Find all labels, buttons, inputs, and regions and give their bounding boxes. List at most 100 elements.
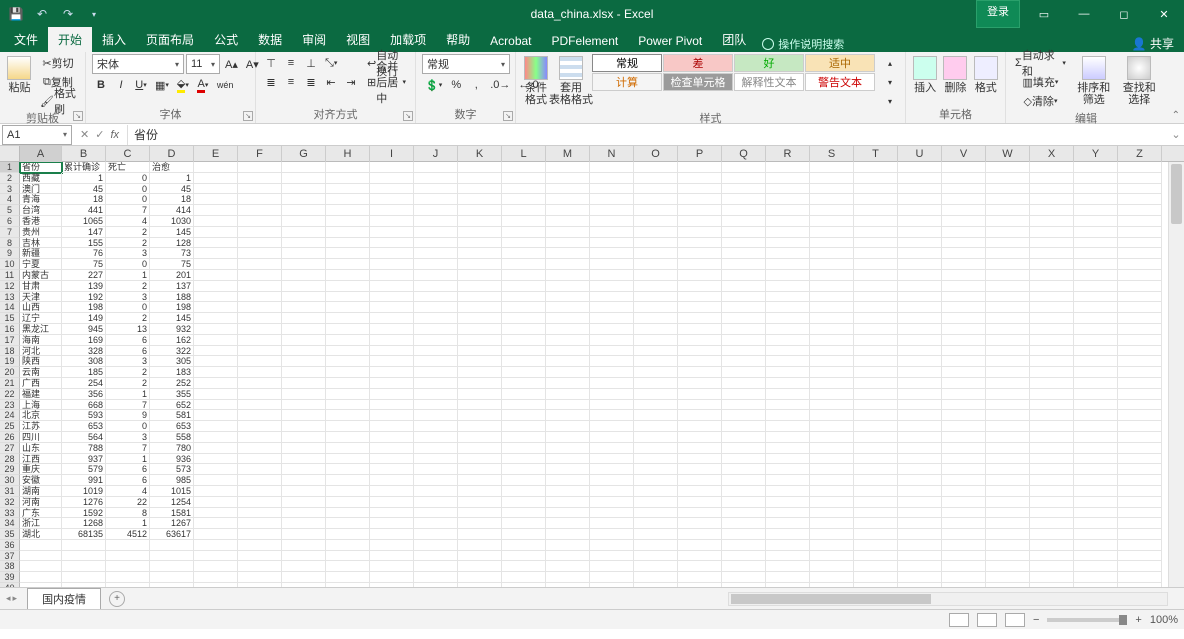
- cell-H9[interactable]: [326, 248, 370, 259]
- cell-Z23[interactable]: [1118, 400, 1162, 411]
- column-header-I[interactable]: I: [370, 146, 414, 162]
- column-header-Z[interactable]: Z: [1118, 146, 1162, 162]
- font-name-combo[interactable]: 宋体▾: [92, 54, 184, 74]
- cell-L19[interactable]: [502, 356, 546, 367]
- cell-X4[interactable]: [1030, 194, 1074, 205]
- cell-K22[interactable]: [458, 389, 502, 400]
- cell-Q2[interactable]: [722, 173, 766, 184]
- cell-L32[interactable]: [502, 497, 546, 508]
- align-left-button[interactable]: ≣: [262, 73, 280, 91]
- cell-Y10[interactable]: [1074, 259, 1118, 270]
- row-header-10[interactable]: 10: [0, 259, 20, 270]
- cell-E22[interactable]: [194, 389, 238, 400]
- cell-A5[interactable]: 台湾: [20, 205, 62, 216]
- column-header-H[interactable]: H: [326, 146, 370, 162]
- cell-G36[interactable]: [282, 540, 326, 551]
- cell-Z18[interactable]: [1118, 346, 1162, 357]
- cell-P13[interactable]: [678, 292, 722, 303]
- row-header-31[interactable]: 31: [0, 486, 20, 497]
- cell-F35[interactable]: [238, 529, 282, 540]
- font-color-button[interactable]: A▾: [194, 76, 212, 94]
- cell-E15[interactable]: [194, 313, 238, 324]
- cell-F32[interactable]: [238, 497, 282, 508]
- cell-R5[interactable]: [766, 205, 810, 216]
- cell-I10[interactable]: [370, 259, 414, 270]
- cell-O16[interactable]: [634, 324, 678, 335]
- cell-U14[interactable]: [898, 302, 942, 313]
- cell-V38[interactable]: [942, 561, 986, 572]
- cell-K21[interactable]: [458, 378, 502, 389]
- cell-W19[interactable]: [986, 356, 1030, 367]
- cell-I21[interactable]: [370, 378, 414, 389]
- cell-U34[interactable]: [898, 518, 942, 529]
- cell-H4[interactable]: [326, 194, 370, 205]
- cell-H2[interactable]: [326, 173, 370, 184]
- number-dialog-launcher[interactable]: ↘: [503, 111, 513, 121]
- cell-K31[interactable]: [458, 486, 502, 497]
- cell-E10[interactable]: [194, 259, 238, 270]
- cell-I25[interactable]: [370, 421, 414, 432]
- cell-N22[interactable]: [590, 389, 634, 400]
- cell-U15[interactable]: [898, 313, 942, 324]
- cell-S3[interactable]: [810, 184, 854, 195]
- cell-Y22[interactable]: [1074, 389, 1118, 400]
- cell-J16[interactable]: [414, 324, 458, 335]
- cell-N18[interactable]: [590, 346, 634, 357]
- cell-U17[interactable]: [898, 335, 942, 346]
- cell-G4[interactable]: [282, 194, 326, 205]
- cell-X30[interactable]: [1030, 475, 1074, 486]
- cell-L28[interactable]: [502, 454, 546, 465]
- cell-N29[interactable]: [590, 464, 634, 475]
- cell-M7[interactable]: [546, 227, 590, 238]
- cell-G3[interactable]: [282, 184, 326, 195]
- cell-L9[interactable]: [502, 248, 546, 259]
- cell-E7[interactable]: [194, 227, 238, 238]
- cell-F26[interactable]: [238, 432, 282, 443]
- tell-me-search[interactable]: 操作说明搜索: [762, 36, 844, 52]
- cell-R37[interactable]: [766, 551, 810, 562]
- cell-Z27[interactable]: [1118, 443, 1162, 454]
- cell-V33[interactable]: [942, 508, 986, 519]
- cell-O13[interactable]: [634, 292, 678, 303]
- cell-H10[interactable]: [326, 259, 370, 270]
- cell-G30[interactable]: [282, 475, 326, 486]
- select-all-triangle[interactable]: [0, 146, 20, 161]
- cell-T7[interactable]: [854, 227, 898, 238]
- cell-L18[interactable]: [502, 346, 546, 357]
- cell-S17[interactable]: [810, 335, 854, 346]
- cell-S38[interactable]: [810, 561, 854, 572]
- cell-E31[interactable]: [194, 486, 238, 497]
- cell-Y18[interactable]: [1074, 346, 1118, 357]
- cell-K6[interactable]: [458, 216, 502, 227]
- cell-U13[interactable]: [898, 292, 942, 303]
- cell-G14[interactable]: [282, 302, 326, 313]
- cell-W29[interactable]: [986, 464, 1030, 475]
- cell-X34[interactable]: [1030, 518, 1074, 529]
- cell-D31[interactable]: 1015: [150, 486, 194, 497]
- cell-Q38[interactable]: [722, 561, 766, 572]
- cell-style-4[interactable]: 计算: [592, 73, 662, 91]
- row-header-14[interactable]: 14: [0, 302, 20, 313]
- cell-D18[interactable]: 322: [150, 346, 194, 357]
- cell-X31[interactable]: [1030, 486, 1074, 497]
- cell-K39[interactable]: [458, 572, 502, 583]
- cell-V32[interactable]: [942, 497, 986, 508]
- ribbon-tab-3[interactable]: 页面布局: [136, 27, 204, 52]
- cell-P23[interactable]: [678, 400, 722, 411]
- cell-A26[interactable]: 四川: [20, 432, 62, 443]
- cell-A29[interactable]: 重庆: [20, 464, 62, 475]
- cell-E38[interactable]: [194, 561, 238, 572]
- cell-A30[interactable]: 安徽: [20, 475, 62, 486]
- sort-filter-button[interactable]: 排序和筛选: [1073, 54, 1115, 106]
- cell-S9[interactable]: [810, 248, 854, 259]
- row-header-39[interactable]: 39: [0, 572, 20, 583]
- cell-S8[interactable]: [810, 238, 854, 249]
- cell-F14[interactable]: [238, 302, 282, 313]
- cell-F8[interactable]: [238, 238, 282, 249]
- cell-H7[interactable]: [326, 227, 370, 238]
- undo-button[interactable]: ↶: [32, 4, 52, 24]
- fill-button[interactable]: ▥ 填充▾: [1012, 73, 1069, 91]
- cell-M25[interactable]: [546, 421, 590, 432]
- cell-J17[interactable]: [414, 335, 458, 346]
- cell-W11[interactable]: [986, 270, 1030, 281]
